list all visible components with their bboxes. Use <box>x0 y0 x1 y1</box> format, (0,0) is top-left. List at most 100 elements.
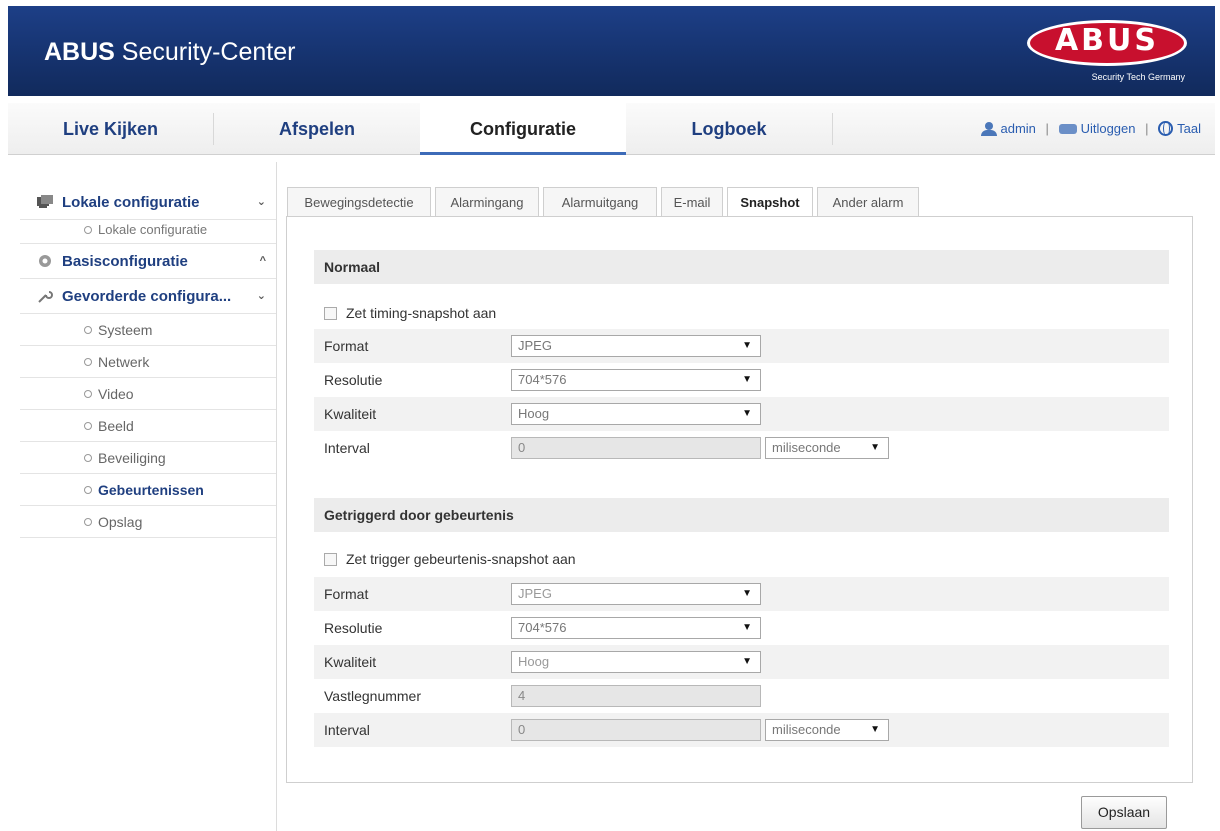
bullet-icon <box>84 518 92 526</box>
sidebar-section-basic[interactable]: Basisconfiguratie ^ <box>20 244 276 279</box>
nav-tab-configuration[interactable]: Configuratie <box>420 103 626 155</box>
bullet-icon <box>84 486 92 494</box>
dropdown-arrow-icon: ▼ <box>742 656 752 667</box>
tab-alarm-output[interactable]: Alarmuitgang <box>543 187 657 217</box>
sidebar-divider <box>276 162 277 831</box>
sidebar-item-label: Beeld <box>98 418 134 434</box>
capture-number-input[interactable]: 4 <box>511 685 761 707</box>
form-row-format: Format JPEG ▼ <box>314 329 1169 363</box>
sidebar-item-label: Opslag <box>98 514 143 530</box>
logout-icon <box>1058 123 1077 134</box>
sidebar-item-label: Netwerk <box>98 354 150 370</box>
quality-select[interactable]: Hoog ▼ <box>511 651 761 673</box>
field-label: Kwaliteit <box>324 654 377 670</box>
field-label: Format <box>324 338 369 354</box>
field-label: Kwaliteit <box>324 406 377 422</box>
separator: | <box>1145 121 1149 137</box>
app-header: ABUS Security-Center ABUS Security Tech … <box>8 6 1215 96</box>
tab-alarm-input[interactable]: Alarmingang <box>435 187 539 217</box>
logo-tagline: Security Tech Germany <box>1091 72 1185 82</box>
form-row-quality: Kwaliteit Hoog ▼ <box>314 397 1169 431</box>
sidebar-item-image[interactable]: Beeld <box>20 410 276 442</box>
field-label: Resolutie <box>324 372 383 388</box>
timing-snapshot-checkbox[interactable] <box>324 307 337 320</box>
sidebar-section-local[interactable]: Lokale configuratie ⌄ <box>20 185 276 220</box>
select-value: miliseconde <box>772 722 841 737</box>
form-row-resolution: Resolutie 704*576 ▼ <box>314 611 1169 645</box>
form-row-capture-number: Vastlegnummer 4 <box>314 679 1169 713</box>
section-heading-normal: Normaal <box>314 250 1169 284</box>
checkbox-label: Zet timing-snapshot aan <box>346 305 497 321</box>
abus-logo: ABUS Security Tech Germany <box>1027 20 1187 92</box>
sidebar-item-security[interactable]: Beveiliging <box>20 442 276 474</box>
section-heading-triggered: Getriggerd door gebeurtenis <box>314 498 1169 532</box>
sidebar: Lokale configuratie ⌄ Lokale configurati… <box>20 185 276 538</box>
app-title: ABUS Security-Center <box>44 38 295 67</box>
sidebar-item-storage[interactable]: Opslag <box>20 506 276 538</box>
app-title-brand: ABUS <box>44 38 115 66</box>
interval-input[interactable]: 0 <box>511 437 761 459</box>
nav-tab-playback[interactable]: Afspelen <box>214 103 420 155</box>
bullet-icon <box>84 454 92 462</box>
format-select[interactable]: JPEG ▼ <box>511 583 761 605</box>
tab-motion-detection[interactable]: Bewegingsdetectie <box>287 187 431 217</box>
timing-snapshot-toggle[interactable]: Zet timing-snapshot aan <box>324 303 496 323</box>
snapshot-panel: Normaal Zet timing-snapshot aan Format J… <box>286 216 1193 783</box>
interval-input[interactable]: 0 <box>511 719 761 741</box>
sidebar-item-network[interactable]: Netwerk <box>20 346 276 378</box>
form-row-interval: Interval 0 miliseconde ▼ <box>314 713 1169 747</box>
chevron-down-icon: ⌄ <box>256 290 266 302</box>
dropdown-arrow-icon: ▼ <box>742 374 752 385</box>
tab-other-alarm[interactable]: Ander alarm <box>817 187 919 217</box>
field-label: Vastlegnummer <box>324 688 422 704</box>
language-link[interactable]: Taal <box>1177 121 1201 136</box>
checkbox-label: Zet trigger gebeurtenis-snapshot aan <box>346 551 576 567</box>
save-button[interactable]: Opslaan <box>1081 796 1167 829</box>
basic-config-icon <box>39 255 51 267</box>
bullet-icon <box>84 358 92 366</box>
sidebar-item-label: Beveiliging <box>98 450 166 466</box>
main-nav: Live Kijken Afspelen Configuratie Logboe… <box>8 103 1215 155</box>
field-label: Format <box>324 586 369 602</box>
app-title-text: Security-Center <box>114 38 296 66</box>
sidebar-item-label: Video <box>98 386 134 402</box>
field-label: Interval <box>324 440 370 456</box>
trigger-snapshot-toggle[interactable]: Zet trigger gebeurtenis-snapshot aan <box>324 549 576 569</box>
sidebar-section-label: Gevorderde configura... <box>62 288 232 305</box>
separator: | <box>1045 121 1049 137</box>
wrench-icon <box>38 291 53 303</box>
sidebar-item-label: Gebeurtenissen <box>98 482 204 498</box>
sidebar-section-advanced[interactable]: Gevorderde configura... ⌄ <box>20 279 276 314</box>
form-row-resolution: Resolutie 704*576 ▼ <box>314 363 1169 397</box>
trigger-snapshot-checkbox[interactable] <box>324 553 337 566</box>
logout-link[interactable]: Uitloggen <box>1081 121 1136 136</box>
format-select[interactable]: JPEG ▼ <box>511 335 761 357</box>
sidebar-item-local-config[interactable]: Lokale configuratie <box>20 220 276 244</box>
nav-tab-log[interactable]: Logboek <box>626 103 832 155</box>
dropdown-arrow-icon: ▼ <box>870 724 880 735</box>
user-icon <box>980 121 997 136</box>
select-value: 704*576 <box>518 372 567 387</box>
interval-unit-select[interactable]: miliseconde ▼ <box>765 719 889 741</box>
nav-divider <box>832 113 833 145</box>
dropdown-arrow-icon: ▼ <box>742 408 752 419</box>
nav-tab-live[interactable]: Live Kijken <box>8 103 213 155</box>
resolution-select[interactable]: 704*576 ▼ <box>511 369 761 391</box>
sidebar-item-events[interactable]: Gebeurtenissen <box>20 474 276 506</box>
sidebar-item-video[interactable]: Video <box>20 378 276 410</box>
tab-snapshot[interactable]: Snapshot <box>727 187 813 218</box>
user-name[interactable]: admin <box>1001 121 1036 136</box>
resolution-select[interactable]: 704*576 ▼ <box>511 617 761 639</box>
dropdown-arrow-icon: ▼ <box>742 622 752 633</box>
sidebar-item-system[interactable]: Systeem <box>20 314 276 346</box>
select-value: Hoog <box>518 406 550 421</box>
field-label: Resolutie <box>324 620 383 636</box>
sidebar-section-label: Lokale configuratie <box>62 194 200 211</box>
form-row-format: Format JPEG ▼ <box>314 577 1169 611</box>
interval-unit-select[interactable]: miliseconde ▼ <box>765 437 889 459</box>
chevron-down-icon: ⌄ <box>256 196 266 208</box>
tab-email[interactable]: E-mail <box>661 187 723 217</box>
logo-text: ABUS <box>1054 23 1160 58</box>
globe-icon <box>1158 121 1174 137</box>
quality-select[interactable]: Hoog ▼ <box>511 403 761 425</box>
